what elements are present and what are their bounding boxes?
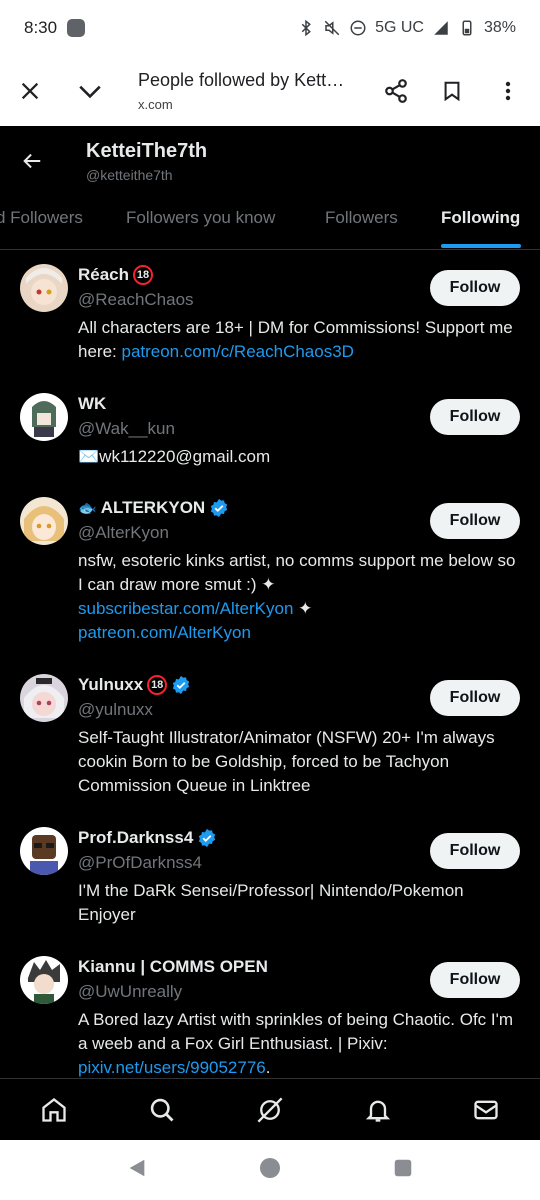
signal-icon — [434, 21, 448, 35]
follow-button[interactable]: Follow — [430, 962, 520, 998]
nav-home[interactable] — [27, 1083, 81, 1137]
tab-followers-you-know[interactable]: Followers you know — [126, 196, 275, 249]
home-icon — [42, 1097, 66, 1122]
search-icon — [150, 1098, 174, 1121]
user-bio: I'M the DaRk Sensei/Professor| Nintendo/… — [78, 881, 464, 924]
status-bar: 8:30 5G UC 38% — [0, 0, 540, 56]
battery-percent: 38% — [483, 19, 516, 36]
avatar[interactable] — [20, 827, 68, 875]
follow-button[interactable]: Follow — [430, 399, 520, 435]
bottom-navigation — [0, 1078, 540, 1140]
mute-icon — [324, 20, 340, 36]
user-name: ALTERKYON — [100, 498, 206, 517]
avatar[interactable] — [20, 674, 68, 722]
system-navigation-bar — [0, 1140, 540, 1200]
avatar[interactable] — [20, 264, 68, 312]
page-title: People followed by Kett… — [138, 70, 345, 90]
nav-messages[interactable] — [459, 1083, 513, 1137]
verified-badge-icon — [199, 828, 216, 848]
follow-button[interactable]: Follow — [430, 503, 520, 539]
close-icon — [21, 82, 39, 100]
user-name: Yulnuxx — [78, 675, 144, 694]
notification-icon — [67, 19, 86, 37]
list-item[interactable]: Réach 18 @ReachChaos All characters are … — [0, 264, 540, 379]
share-icon — [385, 79, 407, 103]
minimize-button[interactable] — [62, 63, 118, 119]
browser-title-area[interactable]: People followed by Kett… x.com — [118, 70, 368, 112]
back-arrow-icon — [23, 153, 41, 169]
close-tab-button[interactable] — [2, 63, 58, 119]
profile-name: KetteiThe7th — [86, 139, 208, 162]
user-name: Prof.Darknss4 — [78, 828, 194, 847]
list-item[interactable]: Yulnuxx 18 @yulnuxx Self-Taught Illustra… — [0, 674, 540, 809]
back-button[interactable] — [2, 131, 62, 191]
list-item[interactable]: Kiannu | COMMS OPEN @UwUnreally A Bored … — [0, 956, 540, 1078]
verified-badge-icon — [173, 675, 190, 695]
nav-notifications[interactable] — [351, 1083, 405, 1137]
status-time: 8:30 — [24, 18, 58, 37]
fish-emoji: 🐟 — [78, 500, 97, 517]
bell-icon — [365, 1100, 391, 1122]
user-name: WK — [78, 394, 107, 413]
system-recents-button[interactable] — [392, 1157, 414, 1184]
bio-link[interactable]: subscribestar.com/AlterKyon — [78, 599, 293, 618]
profile-handle: @ketteithe7th — [86, 166, 173, 183]
tab-verified-followers[interactable]: d Followers — [0, 196, 83, 249]
header-names: KetteiThe7th @ketteithe7th — [86, 140, 207, 183]
browser-toolbar: People followed by Kett… x.com — [0, 56, 540, 126]
follow-button[interactable]: Follow — [430, 680, 520, 716]
profile-header: KetteiThe7th @ketteithe7th — [0, 126, 540, 196]
list-item[interactable]: WK @Wak__kun ✉️wk112220@gmail.com Follow — [0, 393, 540, 488]
share-button[interactable] — [368, 63, 424, 119]
bio-link[interactable]: patreon.com/AlterKyon — [78, 623, 251, 642]
age-18-icon: 18 — [133, 265, 154, 285]
list-item[interactable]: 🐟 ALTERKYON @AlterKyon nsfw, esoteric ki… — [0, 497, 540, 662]
more-options-button[interactable] — [480, 63, 536, 119]
tab-followers[interactable]: Followers — [325, 196, 398, 249]
follow-button[interactable]: Follow — [430, 833, 520, 869]
user-name: Réach — [78, 265, 130, 284]
user-bio: ✉️wk112220@gmail.com — [78, 447, 271, 466]
network-label: 5G UC — [375, 19, 424, 36]
more-vertical-icon — [505, 81, 511, 101]
triangle-back-icon — [129, 1159, 145, 1176]
user-bio: A Bored lazy Artist with sprinkles of be… — [78, 1010, 514, 1077]
bookmark-button[interactable] — [424, 63, 480, 119]
bio-link[interactable]: patreon.com/c/ReachChaos3D — [121, 342, 353, 361]
following-list: Réach 18 @ReachChaos All characters are … — [0, 251, 540, 1078]
verified-badge-icon — [211, 498, 228, 518]
avatar[interactable] — [20, 497, 68, 545]
user-bio: All characters are 18+ | DM for Commissi… — [78, 318, 513, 361]
list-item[interactable]: Prof.Darknss4 @PrOfDarknss4 I'M the DaRk… — [0, 827, 540, 937]
status-icons: 5G UC 38% — [297, 19, 516, 37]
user-bio: nsfw, esoteric kinks artist, no comms su… — [78, 551, 516, 642]
circle-home-icon — [260, 1157, 280, 1178]
nav-grok[interactable] — [243, 1083, 297, 1137]
bluetooth-icon — [301, 19, 311, 37]
nav-explore[interactable] — [135, 1083, 189, 1137]
avatar[interactable] — [20, 393, 68, 441]
follow-tabs: d Followers Followers you know Followers… — [0, 196, 540, 250]
system-home-button[interactable] — [258, 1156, 282, 1185]
avatar[interactable] — [20, 956, 68, 1004]
square-recents-icon — [394, 1159, 412, 1176]
grok-icon — [257, 1097, 283, 1122]
user-bio: Self-Taught Illustrator/Animator (NSFW) … — [78, 728, 495, 795]
bio-link[interactable]: pixiv.net/users/99052776 — [78, 1058, 266, 1077]
dnd-icon — [350, 20, 366, 36]
chevron-down-icon — [79, 85, 101, 99]
mail-icon — [474, 1100, 498, 1119]
user-name: Kiannu | COMMS OPEN — [78, 957, 268, 976]
age-18-icon: 18 — [147, 675, 168, 695]
battery-icon — [462, 20, 472, 36]
system-back-button[interactable] — [126, 1157, 148, 1184]
bookmark-icon — [444, 81, 460, 102]
page-url: x.com — [138, 97, 173, 112]
follow-button[interactable]: Follow — [430, 270, 520, 306]
tab-following[interactable]: Following — [441, 196, 521, 249]
